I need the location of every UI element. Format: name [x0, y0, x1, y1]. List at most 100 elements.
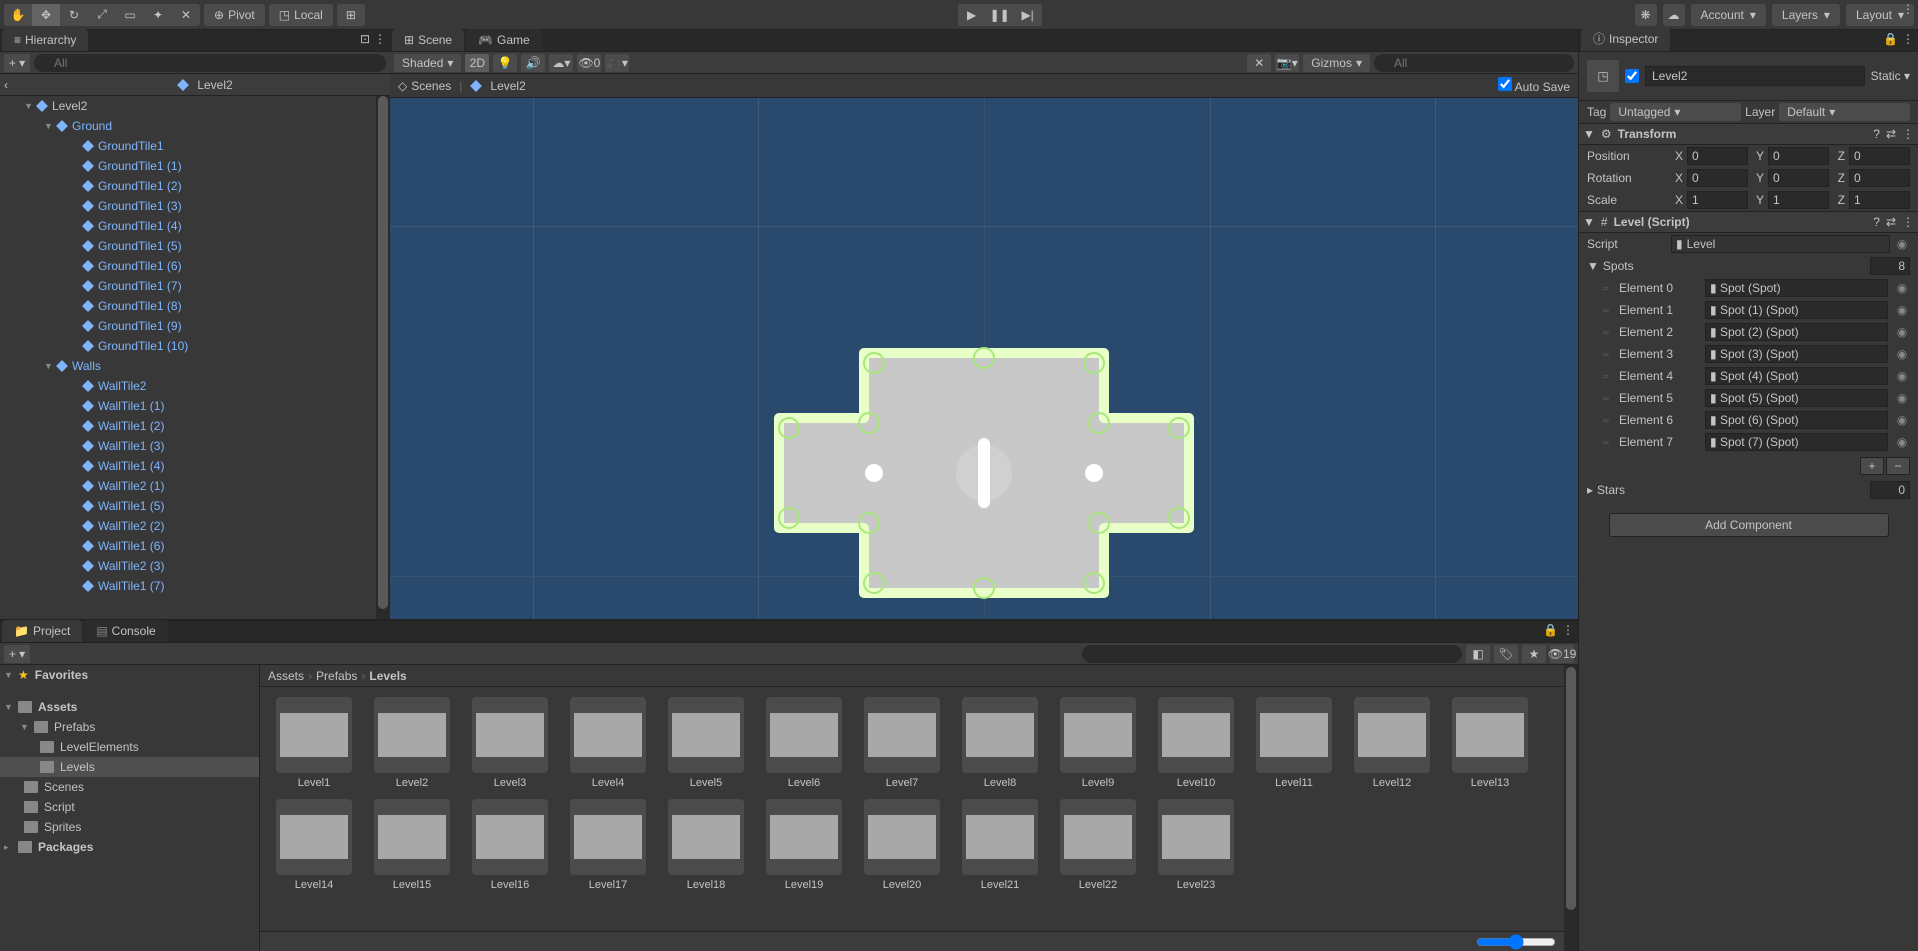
- asset-item[interactable]: Level16: [466, 799, 554, 891]
- asset-item[interactable]: Level22: [1054, 799, 1142, 891]
- hierarchy-item[interactable]: WallTile1 (7)›: [0, 576, 390, 596]
- spots-element-row[interactable]: ═Element 1▮ Spot (1) (Spot)◉: [1579, 299, 1918, 321]
- help-icon[interactable]: ?: [1873, 127, 1880, 141]
- layer-dropdown[interactable]: Default ▾: [1779, 103, 1910, 121]
- hand-tool[interactable]: ✋: [4, 4, 32, 26]
- scene-search[interactable]: [1374, 54, 1574, 72]
- asset-item[interactable]: Level15: [368, 799, 456, 891]
- object-field[interactable]: ▮ Spot (3) (Spot): [1705, 345, 1888, 363]
- hierarchy-search[interactable]: [34, 54, 386, 72]
- hidden-packages[interactable]: 👁 19: [1550, 645, 1574, 663]
- object-picker-icon[interactable]: ◉: [1894, 325, 1910, 339]
- project-search[interactable]: [1082, 645, 1462, 663]
- hierarchy-item[interactable]: WallTile2›: [0, 376, 390, 396]
- asset-item[interactable]: Level11: [1250, 697, 1338, 789]
- asset-item[interactable]: Level18: [662, 799, 750, 891]
- breadcrumb-scenes[interactable]: ◇ Scenes: [398, 79, 451, 93]
- asset-item[interactable]: Level1: [270, 697, 358, 789]
- object-picker-icon[interactable]: ◉: [1894, 281, 1910, 295]
- help-icon[interactable]: ?: [1873, 215, 1880, 229]
- project-create-dropdown[interactable]: + ▾: [4, 645, 30, 663]
- spots-element-row[interactable]: ═Element 6▮ Spot (6) (Spot)◉: [1579, 409, 1918, 431]
- object-picker-icon[interactable]: ◉: [1894, 347, 1910, 361]
- object-field[interactable]: ▮ Spot (2) (Spot): [1705, 323, 1888, 341]
- breadcrumb-segment[interactable]: Prefabs: [316, 669, 357, 683]
- levelelements-folder[interactable]: LevelElements: [0, 737, 259, 757]
- collab-icon[interactable]: ❋: [1635, 4, 1657, 26]
- rot-x[interactable]: [1687, 169, 1748, 187]
- asset-item[interactable]: Level23: [1152, 799, 1240, 891]
- sprites-folder[interactable]: Sprites: [0, 817, 259, 837]
- list-remove-button[interactable]: −: [1886, 457, 1910, 475]
- object-picker-icon[interactable]: ◉: [1894, 413, 1910, 427]
- scale-y[interactable]: [1768, 191, 1829, 209]
- project-tree[interactable]: ▼★Favorites ▼Assets ▼Prefabs LevelElemen…: [0, 665, 260, 951]
- asset-item[interactable]: Level10: [1152, 697, 1240, 789]
- static-checkbox[interactable]: Static ▾: [1871, 69, 1910, 83]
- object-picker-icon[interactable]: ◉: [1894, 435, 1910, 449]
- pos-z[interactable]: [1849, 147, 1910, 165]
- spots-element-row[interactable]: ═Element 4▮ Spot (4) (Spot)◉: [1579, 365, 1918, 387]
- favorites-folder[interactable]: ▼★Favorites: [0, 665, 259, 685]
- pos-x[interactable]: [1687, 147, 1748, 165]
- add-component-button[interactable]: Add Component: [1609, 513, 1889, 537]
- prefab-back-button[interactable]: ‹: [4, 78, 24, 92]
- object-picker-icon[interactable]: ◉: [1894, 303, 1910, 317]
- hierarchy-item[interactable]: WallTile2 (2)›: [0, 516, 390, 536]
- list-add-button[interactable]: +: [1860, 457, 1884, 475]
- console-tab[interactable]: ▤ Console: [84, 620, 167, 642]
- hierarchy-item[interactable]: GroundTile1 (1)›: [0, 156, 390, 176]
- hierarchy-item[interactable]: WallTile1 (6)›: [0, 536, 390, 556]
- object-field[interactable]: ▮ Spot (Spot): [1705, 279, 1888, 297]
- menu-icon[interactable]: ⋮: [1902, 32, 1914, 46]
- audio-toggle[interactable]: 🔊: [521, 54, 545, 72]
- active-checkbox[interactable]: [1625, 69, 1639, 83]
- hierarchy-item[interactable]: GroundTile1 (2)›: [0, 176, 390, 196]
- gizmos-dropdown[interactable]: Gizmos ▾: [1303, 54, 1370, 72]
- asset-item[interactable]: Level8: [956, 697, 1044, 789]
- asset-item[interactable]: Level12: [1348, 697, 1436, 789]
- asset-item[interactable]: Level2: [368, 697, 456, 789]
- play-button[interactable]: ▶: [958, 4, 986, 26]
- tag-dropdown[interactable]: Untagged ▾: [1610, 103, 1741, 121]
- hierarchy-tab[interactable]: ≡ Hierarchy: [2, 29, 88, 51]
- pause-button[interactable]: ❚❚: [986, 4, 1014, 26]
- object-field[interactable]: ▮ Spot (5) (Spot): [1705, 389, 1888, 407]
- asset-item[interactable]: Level13: [1446, 697, 1534, 789]
- object-picker-icon[interactable]: ◉: [1894, 391, 1910, 405]
- draw-mode-dropdown[interactable]: Shaded ▾: [394, 54, 461, 72]
- breadcrumb-segment[interactable]: Assets: [268, 669, 304, 683]
- hierarchy-item[interactable]: GroundTile1 (5)›: [0, 236, 390, 256]
- pivot-toggle[interactable]: ⊕ Pivot: [204, 4, 265, 26]
- pos-y[interactable]: [1768, 147, 1829, 165]
- hierarchy-item[interactable]: WallTile1 (3)›: [0, 436, 390, 456]
- project-tab[interactable]: 📁 Project: [2, 620, 82, 642]
- spots-element-row[interactable]: ═Element 2▮ Spot (2) (Spot)◉: [1579, 321, 1918, 343]
- fx-toggle[interactable]: ☁▾: [549, 54, 573, 72]
- assets-folder[interactable]: ▼Assets: [0, 697, 259, 717]
- breadcrumb-level[interactable]: Level2: [470, 79, 525, 93]
- menu-icon[interactable]: ⋮: [1902, 215, 1914, 229]
- custom-tool[interactable]: ✕: [172, 4, 200, 26]
- script-folder[interactable]: Script: [0, 797, 259, 817]
- spots-element-row[interactable]: ═Element 7▮ Spot (7) (Spot)◉: [1579, 431, 1918, 453]
- asset-item[interactable]: Level19: [760, 799, 848, 891]
- object-field[interactable]: ▮ Spot (6) (Spot): [1705, 411, 1888, 429]
- hierarchy-item[interactable]: WallTile2 (3)›: [0, 556, 390, 576]
- transform-tool[interactable]: ✦: [144, 4, 172, 26]
- lock-icon[interactable]: 🔒: [1543, 623, 1558, 637]
- search-by-type[interactable]: ◧: [1466, 645, 1490, 663]
- stars-count[interactable]: [1870, 481, 1910, 499]
- menu-icon[interactable]: ⋮: [1562, 623, 1574, 637]
- hierarchy-item[interactable]: GroundTile1›: [0, 136, 390, 156]
- asset-item[interactable]: Level7: [858, 697, 946, 789]
- object-picker-icon[interactable]: ◉: [1894, 369, 1910, 383]
- object-field[interactable]: ▮ Spot (7) (Spot): [1705, 433, 1888, 451]
- hierarchy-item[interactable]: GroundTile1 (3)›: [0, 196, 390, 216]
- move-tool[interactable]: ✥: [32, 4, 60, 26]
- asset-item[interactable]: Level3: [466, 697, 554, 789]
- asset-item[interactable]: Level4: [564, 697, 652, 789]
- camera-dropdown[interactable]: 🎥▾: [605, 54, 629, 72]
- hierarchy-item[interactable]: GroundTile1 (4)›: [0, 216, 390, 236]
- hierarchy-item[interactable]: WallTile1 (1)›: [0, 396, 390, 416]
